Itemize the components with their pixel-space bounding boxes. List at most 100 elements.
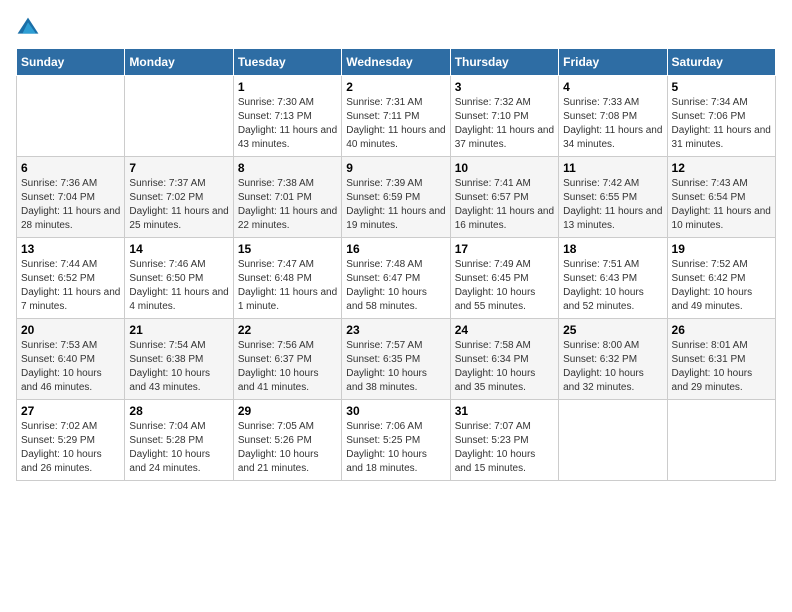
logo (16, 16, 44, 40)
day-header-saturday: Saturday (667, 49, 775, 76)
day-number: 27 (21, 404, 120, 418)
day-number: 30 (346, 404, 445, 418)
day-info: Sunrise: 7:58 AMSunset: 6:34 PMDaylight:… (455, 339, 554, 395)
day-info: Sunrise: 7:42 AMSunset: 6:55 PMDaylight:… (563, 177, 662, 233)
day-number: 6 (21, 161, 120, 175)
calendar-cell: 19Sunrise: 7:52 AMSunset: 6:42 PMDayligh… (667, 238, 775, 319)
day-info: Sunrise: 7:34 AMSunset: 7:06 PMDaylight:… (672, 96, 771, 152)
day-header-tuesday: Tuesday (233, 49, 341, 76)
day-number: 12 (672, 161, 771, 175)
calendar-cell: 22 Sunrise: 7:56 AMSunset: 6:37 PMDayligh… (233, 319, 341, 400)
day-number: 15 (238, 242, 337, 256)
day-number: 4 (563, 80, 662, 94)
day-number: 21 (129, 323, 228, 337)
day-number: 29 (238, 404, 337, 418)
day-info: Sunrise: 7:07 AMSunset: 5:23 PMDaylight:… (455, 420, 554, 476)
day-number: 9 (346, 161, 445, 175)
calendar-cell: 20Sunrise: 7:53 AMSunset: 6:40 PMDayligh… (17, 319, 125, 400)
calendar-cell: 1Sunrise: 7:30 AMSunset: 7:13 PMDaylight… (233, 76, 341, 157)
day-number: 25 (563, 323, 662, 337)
calendar-cell: 16 Sunrise: 7:48 AMSunset: 6:47 PMDayligh… (342, 238, 450, 319)
day-number: 16 (346, 242, 445, 256)
day-info: Sunrise: 7:39 AMSunset: 6:59 PMDaylight:… (346, 177, 445, 233)
calendar-cell (559, 400, 667, 481)
day-number: 31 (455, 404, 554, 418)
calendar-cell: 7Sunrise: 7:37 AMSunset: 7:02 PMDaylight… (125, 157, 233, 238)
day-info: Sunrise: 8:01 AMSunset: 6:31 PMDaylight:… (672, 339, 771, 395)
day-number: 18 (563, 242, 662, 256)
day-info: Sunrise: 7:49 AMSunset: 6:45 PMDaylight:… (455, 258, 554, 314)
day-number: 26 (672, 323, 771, 337)
day-number: 14 (129, 242, 228, 256)
day-number: 24 (455, 323, 554, 337)
day-info: Sunrise: 7:47 AMSunset: 6:48 PMDaylight:… (238, 258, 337, 314)
day-header-monday: Monday (125, 49, 233, 76)
calendar-cell: 27 Sunrise: 7:02 AMSunset: 5:29 PMDayligh… (17, 400, 125, 481)
calendar-cell: 11 Sunrise: 7:42 AMSunset: 6:55 PMDayligh… (559, 157, 667, 238)
calendar-cell: 23 Sunrise: 7:57 AMSunset: 6:35 PMDayligh… (342, 319, 450, 400)
calendar-cell: 18Sunrise: 7:51 AMSunset: 6:43 PMDayligh… (559, 238, 667, 319)
day-number: 19 (672, 242, 771, 256)
day-info: Sunrise: 7:06 AMSunset: 5:25 PMDaylight:… (346, 420, 445, 476)
week-row-5: 27 Sunrise: 7:02 AMSunset: 5:29 PMDayligh… (17, 400, 776, 481)
day-number: 23 (346, 323, 445, 337)
calendar-cell (17, 76, 125, 157)
calendar-cell: 13 Sunrise: 7:44 AMSunset: 6:52 PMDayligh… (17, 238, 125, 319)
calendar-cell: 17Sunrise: 7:49 AMSunset: 6:45 PMDayligh… (450, 238, 558, 319)
day-info: Sunrise: 7:32 AMSunset: 7:10 PMDaylight:… (455, 96, 554, 152)
day-info: Sunrise: 7:05 AMSunset: 5:26 PMDaylight:… (238, 420, 337, 476)
calendar-cell: 14 Sunrise: 7:46 AMSunset: 6:50 PMDayligh… (125, 238, 233, 319)
day-info: Sunrise: 7:04 AMSunset: 5:28 PMDaylight:… (129, 420, 228, 476)
calendar-cell: 21 Sunrise: 7:54 AMSunset: 6:38 PMDayligh… (125, 319, 233, 400)
day-number: 10 (455, 161, 554, 175)
day-header-wednesday: Wednesday (342, 49, 450, 76)
calendar-cell: 2Sunrise: 7:31 AMSunset: 7:11 PMDaylight… (342, 76, 450, 157)
day-info: Sunrise: 7:46 AMSunset: 6:50 PMDaylight:… (129, 258, 228, 314)
day-info: Sunrise: 7:02 AMSunset: 5:29 PMDaylight:… (21, 420, 120, 476)
calendar-cell: 30 Sunrise: 7:06 AMSunset: 5:25 PMDayligh… (342, 400, 450, 481)
day-number: 8 (238, 161, 337, 175)
calendar-cell: 24 Sunrise: 7:58 AMSunset: 6:34 PMDayligh… (450, 319, 558, 400)
calendar-cell: 12Sunrise: 7:43 AMSunset: 6:54 PMDayligh… (667, 157, 775, 238)
calendar-cell: 29 Sunrise: 7:05 AMSunset: 5:26 PMDayligh… (233, 400, 341, 481)
day-info: Sunrise: 7:56 AMSunset: 6:37 PMDaylight:… (238, 339, 337, 395)
calendar-cell: 26 Sunrise: 8:01 AMSunset: 6:31 PMDayligh… (667, 319, 775, 400)
day-info: Sunrise: 7:44 AMSunset: 6:52 PMDaylight:… (21, 258, 120, 314)
calendar-header: SundayMondayTuesdayWednesdayThursdayFrid… (17, 49, 776, 76)
day-info: Sunrise: 7:41 AMSunset: 6:57 PMDaylight:… (455, 177, 554, 233)
day-number: 5 (672, 80, 771, 94)
day-header-thursday: Thursday (450, 49, 558, 76)
day-info: Sunrise: 7:33 AMSunset: 7:08 PMDaylight:… (563, 96, 662, 152)
calendar-cell: 25 Sunrise: 8:00 AMSunset: 6:32 PMDayligh… (559, 319, 667, 400)
day-number: 13 (21, 242, 120, 256)
calendar-body: 1Sunrise: 7:30 AMSunset: 7:13 PMDaylight… (17, 76, 776, 481)
day-info: Sunrise: 7:57 AMSunset: 6:35 PMDaylight:… (346, 339, 445, 395)
calendar-cell: 4 Sunrise: 7:33 AMSunset: 7:08 PMDaylight… (559, 76, 667, 157)
day-info: Sunrise: 8:00 AMSunset: 6:32 PMDaylight:… (563, 339, 662, 395)
logo-icon (16, 16, 40, 40)
day-header-friday: Friday (559, 49, 667, 76)
day-number: 1 (238, 80, 337, 94)
calendar-cell: 6 Sunrise: 7:36 AMSunset: 7:04 PMDaylight… (17, 157, 125, 238)
calendar-cell: 10 Sunrise: 7:41 AMSunset: 6:57 PMDayligh… (450, 157, 558, 238)
week-row-3: 13 Sunrise: 7:44 AMSunset: 6:52 PMDayligh… (17, 238, 776, 319)
day-number: 22 (238, 323, 337, 337)
calendar-cell: 31 Sunrise: 7:07 AMSunset: 5:23 PMDayligh… (450, 400, 558, 481)
day-info: Sunrise: 7:36 AMSunset: 7:04 PMDaylight:… (21, 177, 120, 233)
calendar-cell (667, 400, 775, 481)
calendar-cell: 5 Sunrise: 7:34 AMSunset: 7:06 PMDaylight… (667, 76, 775, 157)
day-number: 20 (21, 323, 120, 337)
day-number: 11 (563, 161, 662, 175)
calendar-cell: 28Sunrise: 7:04 AMSunset: 5:28 PMDayligh… (125, 400, 233, 481)
day-info: Sunrise: 7:38 AMSunset: 7:01 PMDaylight:… (238, 177, 337, 233)
calendar-cell: 15 Sunrise: 7:47 AMSunset: 6:48 PMDayligh… (233, 238, 341, 319)
page-header (16, 16, 776, 40)
day-info: Sunrise: 7:31 AMSunset: 7:11 PMDaylight:… (346, 96, 445, 152)
calendar-cell: 8 Sunrise: 7:38 AMSunset: 7:01 PMDaylight… (233, 157, 341, 238)
calendar-table: SundayMondayTuesdayWednesdayThursdayFrid… (16, 48, 776, 481)
day-info: Sunrise: 7:54 AMSunset: 6:38 PMDaylight:… (129, 339, 228, 395)
calendar-cell: 3Sunrise: 7:32 AMSunset: 7:10 PMDaylight… (450, 76, 558, 157)
day-info: Sunrise: 7:37 AMSunset: 7:02 PMDaylight:… (129, 177, 228, 233)
day-info: Sunrise: 7:48 AMSunset: 6:47 PMDaylight:… (346, 258, 445, 314)
day-header-sunday: Sunday (17, 49, 125, 76)
